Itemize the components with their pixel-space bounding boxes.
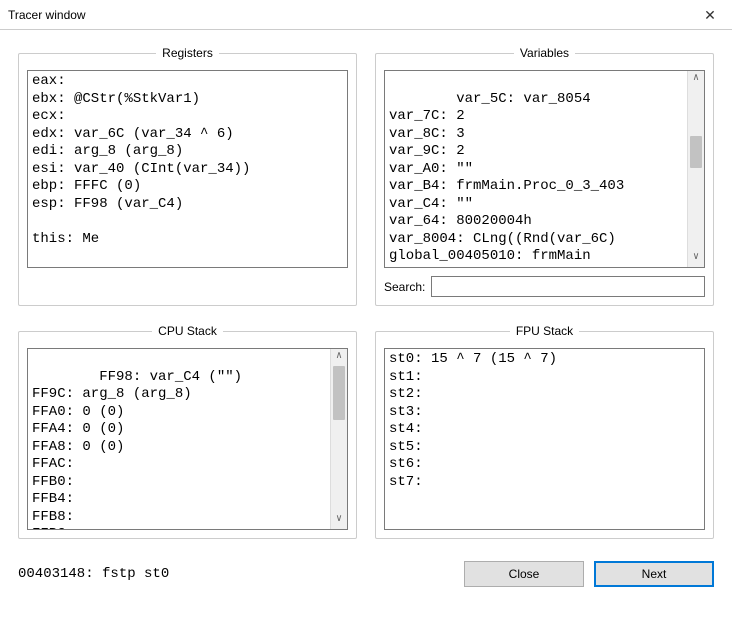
scroll-up-icon[interactable]: ∧	[688, 71, 704, 88]
scroll-down-icon[interactable]: ∨	[331, 512, 347, 529]
footer: 00403148: fstp st0 Close Next	[0, 549, 732, 587]
variables-panel: Variables var_5C: var_8054 var_7C: 2 var…	[375, 46, 714, 306]
scroll-track[interactable]	[331, 366, 347, 512]
title-bar: Tracer window ✕	[0, 0, 732, 30]
next-button[interactable]: Next	[594, 561, 714, 587]
cpu-stack-content[interactable]: FF98: var_C4 ("") FF9C: arg_8 (arg_8) FF…	[27, 348, 348, 530]
variables-text: var_5C: var_8054 var_7C: 2 var_8C: 3 var…	[389, 91, 624, 269]
cpu-stack-text: FF98: var_C4 ("") FF9C: arg_8 (arg_8) FF…	[32, 369, 242, 531]
variables-title: Variables	[514, 46, 575, 60]
window-title: Tracer window	[8, 8, 86, 22]
current-instruction: 00403148: fstp st0	[18, 566, 464, 582]
cpu-stack-title: CPU Stack	[152, 324, 223, 338]
registers-content[interactable]: eax: ebx: @CStr(%StkVar1) ecx: edx: var_…	[27, 70, 348, 268]
close-button[interactable]: Close	[464, 561, 584, 587]
scroll-thumb[interactable]	[333, 366, 345, 420]
scroll-thumb[interactable]	[690, 136, 702, 168]
fpu-stack-content[interactable]: st0: 15 ^ 7 (15 ^ 7) st1: st2: st3: st4:…	[384, 348, 705, 530]
window-close-button[interactable]: ✕	[688, 0, 732, 30]
scroll-track[interactable]	[688, 88, 704, 250]
close-icon: ✕	[704, 7, 716, 24]
fpu-stack-panel: FPU Stack st0: 15 ^ 7 (15 ^ 7) st1: st2:…	[375, 324, 714, 539]
search-label: Search:	[384, 280, 425, 294]
registers-panel: Registers eax: ebx: @CStr(%StkVar1) ecx:…	[18, 46, 357, 306]
scroll-down-icon[interactable]: ∨	[688, 250, 704, 267]
registers-title: Registers	[156, 46, 219, 60]
variables-content[interactable]: var_5C: var_8054 var_7C: 2 var_8C: 3 var…	[384, 70, 705, 268]
cpu-stack-scrollbar[interactable]: ∧ ∨	[330, 349, 347, 529]
search-input[interactable]	[431, 276, 705, 297]
cpu-stack-panel: CPU Stack FF98: var_C4 ("") FF9C: arg_8 …	[18, 324, 357, 539]
scroll-up-icon[interactable]: ∧	[331, 349, 347, 366]
variables-scrollbar[interactable]: ∧ ∨	[687, 71, 704, 267]
fpu-stack-title: FPU Stack	[510, 324, 579, 338]
variables-search-row: Search:	[384, 276, 705, 297]
